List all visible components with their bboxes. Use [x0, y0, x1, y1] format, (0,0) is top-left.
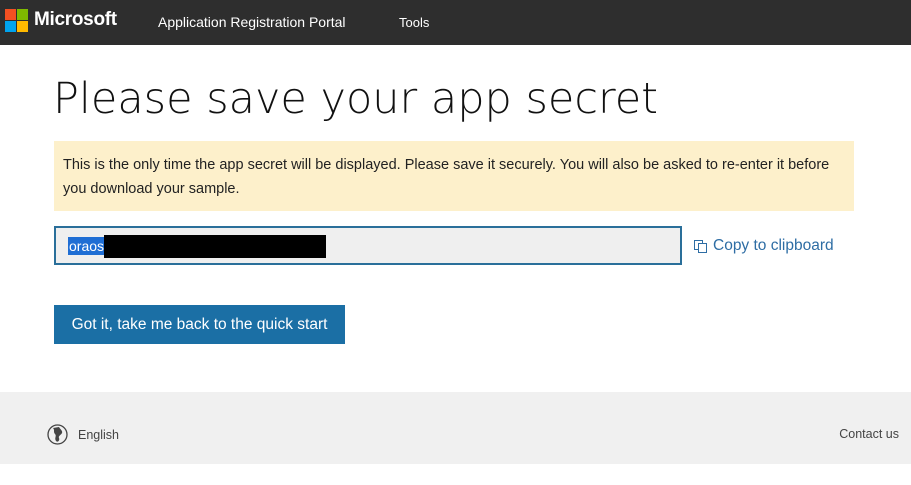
footer: English Contact us — [0, 392, 911, 464]
nav-app-registration-portal[interactable]: Application Registration Portal — [158, 14, 346, 30]
copy-to-clipboard-label: Copy to clipboard — [713, 237, 834, 254]
brand-name[interactable]: Microsoft — [34, 9, 117, 31]
top-nav-bar: Microsoft Application Registration Porta… — [0, 0, 911, 45]
warning-message: This is the only time the app secret wil… — [54, 141, 854, 211]
microsoft-logo-icon[interactable] — [5, 9, 28, 32]
language-selector[interactable]: English — [47, 424, 119, 445]
back-to-quick-start-button[interactable]: Got it, take me back to the quick start — [54, 305, 345, 344]
redaction-bar — [104, 235, 326, 258]
copy-to-clipboard-link[interactable]: Copy to clipboard — [693, 237, 834, 255]
app-secret-field[interactable]: oraos — [54, 226, 682, 265]
copy-icon — [693, 239, 708, 254]
globe-icon — [47, 424, 68, 445]
nav-tools[interactable]: Tools — [399, 15, 429, 30]
contact-us-link[interactable]: Contact us — [839, 427, 899, 441]
page-title: Please save your app secret — [53, 74, 659, 124]
language-label: English — [78, 427, 119, 442]
app-secret-value[interactable]: oraos — [68, 237, 106, 255]
